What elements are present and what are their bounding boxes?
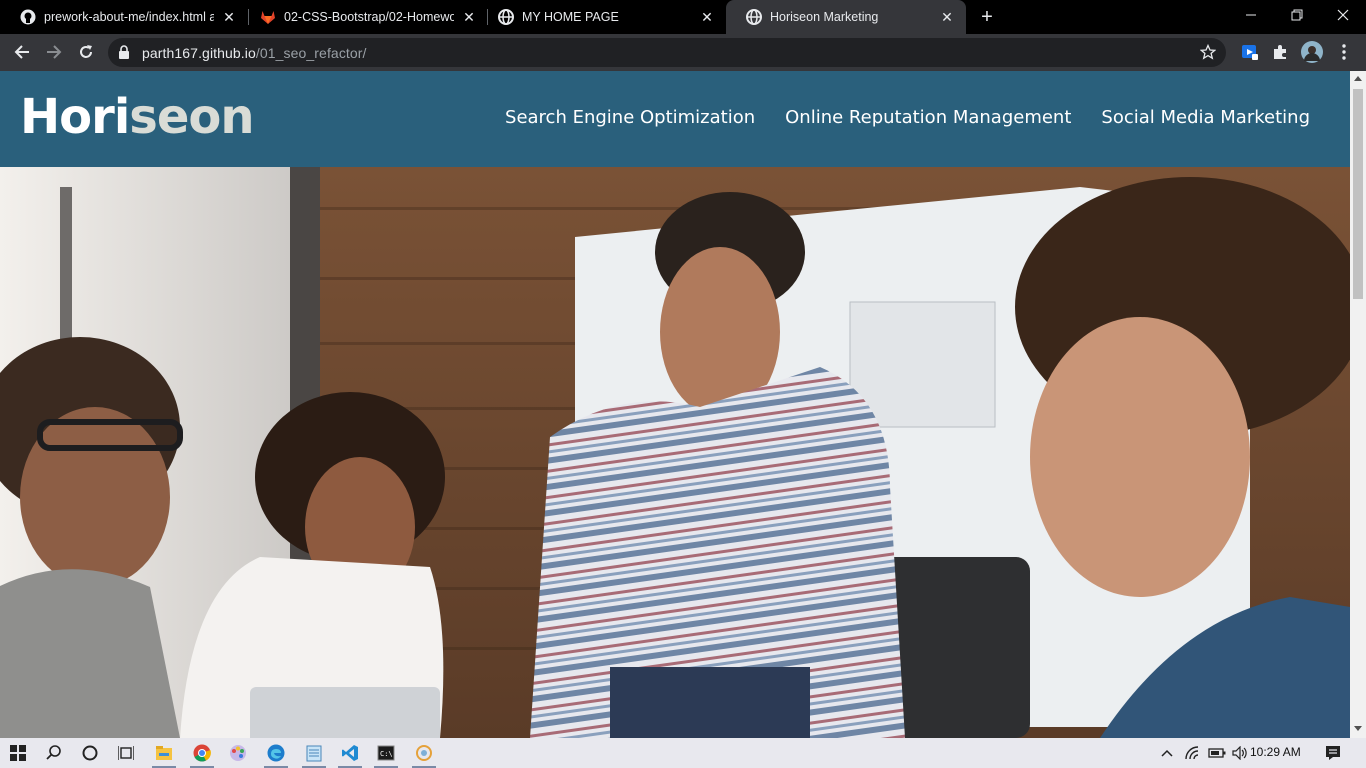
taskbar: C:\ 10:29 AM (0, 738, 1366, 768)
arrow-left-icon (14, 45, 29, 59)
globe-icon (498, 9, 514, 25)
chrome-icon (193, 744, 211, 762)
browser-tab-1[interactable]: prework-about-me/index.html at ✕ (0, 0, 248, 34)
lock-icon (118, 45, 130, 64)
tab-title: Horiseon Marketing (770, 10, 879, 24)
extensions-button[interactable] (1266, 38, 1294, 66)
url-path: /01_seo_refactor/ (255, 45, 367, 61)
close-tab-icon[interactable]: ✕ (220, 8, 238, 26)
hero-image (0, 167, 1350, 738)
paint-icon (230, 745, 246, 761)
network-button[interactable] (1182, 738, 1204, 768)
page-scrollbar[interactable] (1350, 71, 1366, 738)
close-tab-icon[interactable]: ✕ (698, 8, 716, 26)
cortana-button[interactable] (72, 738, 108, 768)
restore-button[interactable] (1274, 0, 1320, 30)
logo-text-accent: seon (129, 89, 254, 145)
tab-title: 02-CSS-Bootstrap/02-Homework (284, 10, 454, 24)
tab-strip: prework-about-me/index.html at ✕ 02-CSS-… (0, 0, 1366, 34)
github-icon (20, 9, 36, 25)
task-view-button[interactable] (108, 738, 144, 768)
battery-button[interactable] (1206, 738, 1228, 768)
taskbar-vscode[interactable] (332, 738, 368, 768)
nav-link-reputation[interactable]: Online Reputation Management (785, 107, 1071, 128)
url-host: parth167.github.io (142, 45, 256, 61)
reload-button[interactable] (72, 38, 100, 66)
web-page: Horiseon Search Engine Optimization Onli… (0, 71, 1350, 738)
tray-overflow-button[interactable] (1156, 738, 1178, 768)
wifi-icon (1185, 746, 1199, 760)
globe-icon (746, 9, 762, 25)
browser-tab-2[interactable]: 02-CSS-Bootstrap/02-Homework ✕ (240, 0, 488, 34)
action-center-button[interactable] (1320, 738, 1346, 768)
search-icon (46, 745, 61, 760)
folder-icon (156, 746, 172, 760)
speaker-icon (1232, 746, 1247, 760)
site-logo[interactable]: Horiseon (20, 89, 255, 145)
restore-icon (1291, 9, 1303, 21)
avatar-icon (1301, 41, 1323, 63)
svg-text:C:\: C:\ (380, 750, 393, 758)
close-icon (1337, 9, 1349, 21)
taskbar-file-explorer[interactable] (146, 738, 182, 768)
minimize-icon (1246, 14, 1256, 16)
terminal-icon: C:\ (377, 745, 395, 761)
taskbar-edge[interactable] (258, 738, 294, 768)
cortana-icon (82, 745, 98, 761)
windows-start-icon (10, 745, 26, 761)
extension-app-icon (1242, 45, 1258, 60)
vscode-icon (342, 745, 358, 761)
extension-button[interactable] (1236, 38, 1264, 66)
more-vert-icon (1342, 44, 1346, 60)
url-text: parth167.github.io/01_seo_refactor/ (142, 45, 367, 61)
battery-icon (1208, 748, 1226, 758)
hero-photo-illustration (0, 167, 1350, 738)
browser-tab-4[interactable]: Horiseon Marketing ✕ (726, 0, 966, 34)
nav-link-social[interactable]: Social Media Marketing (1101, 107, 1310, 128)
close-tab-icon[interactable]: ✕ (938, 8, 956, 26)
tab-title: prework-about-me/index.html at (44, 10, 214, 24)
taskbar-clock[interactable]: 10:29 AM (1250, 745, 1301, 759)
forward-button[interactable] (40, 38, 68, 66)
browser-toolbar: parth167.github.io/01_seo_refactor/ (0, 34, 1366, 71)
tab-title: MY HOME PAGE (522, 10, 619, 24)
taskbar-chrome[interactable] (184, 738, 220, 768)
volume-button[interactable] (1230, 738, 1250, 768)
start-button[interactable] (0, 738, 36, 768)
close-tab-icon[interactable]: ✕ (460, 8, 478, 26)
address-bar[interactable]: parth167.github.io/01_seo_refactor/ (108, 38, 1226, 67)
logo-text-main: Hori (20, 89, 130, 145)
reload-icon (80, 45, 92, 58)
notepad-icon (306, 745, 322, 762)
arrow-right-icon (47, 45, 62, 59)
new-tab-button[interactable]: + (976, 6, 998, 28)
minimize-button[interactable] (1228, 0, 1274, 30)
close-window-button[interactable] (1320, 0, 1366, 30)
taskbar-app[interactable] (406, 738, 442, 768)
scroll-up-icon[interactable] (1354, 76, 1362, 81)
taskbar-terminal[interactable]: C:\ (368, 738, 404, 768)
chevron-up-icon (1161, 749, 1173, 757)
bookmark-star-icon[interactable] (1199, 43, 1217, 65)
site-nav: Search Engine Optimization Online Reputa… (505, 107, 1310, 128)
taskbar-paint[interactable] (220, 738, 256, 768)
app-icon (416, 745, 432, 761)
chrome-menu-button[interactable] (1330, 38, 1358, 66)
taskbar-search-button[interactable] (36, 738, 72, 768)
edge-icon (267, 744, 285, 762)
puzzle-icon (1274, 45, 1286, 59)
site-header: Horiseon Search Engine Optimization Onli… (0, 71, 1350, 167)
taskbar-notepad[interactable] (296, 738, 332, 768)
profile-avatar-button[interactable] (1298, 38, 1326, 66)
nav-link-seo[interactable]: Search Engine Optimization (505, 107, 755, 128)
task-view-icon (118, 746, 134, 760)
scroll-down-icon[interactable] (1354, 726, 1362, 731)
scrollbar-thumb[interactable] (1353, 89, 1363, 299)
gitlab-icon (260, 9, 276, 25)
browser-tab-3[interactable]: MY HOME PAGE ✕ (478, 0, 726, 34)
back-button[interactable] (8, 38, 36, 66)
notification-icon (1326, 746, 1340, 760)
